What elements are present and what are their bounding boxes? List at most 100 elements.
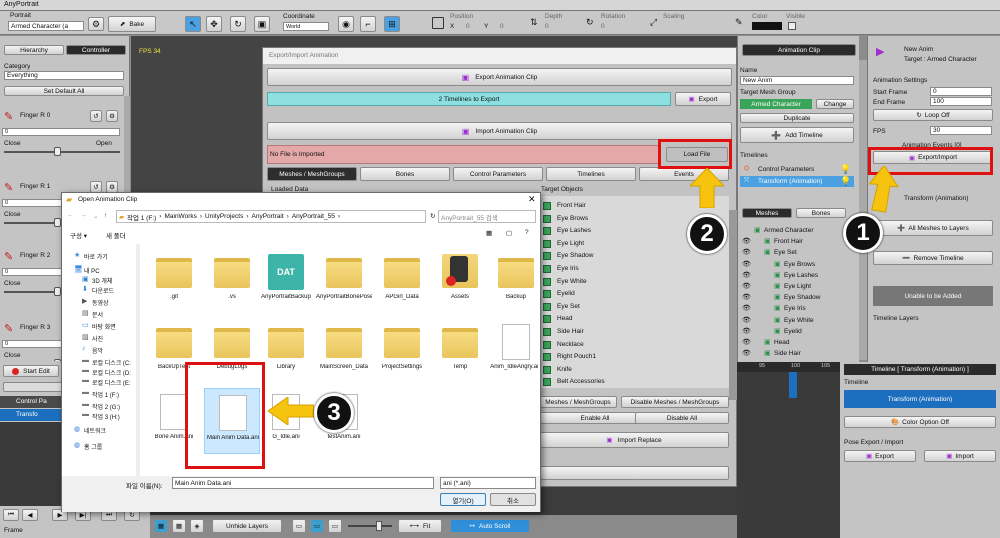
close-icon[interactable]: ✕ — [528, 194, 536, 205]
unhide-layers-button[interactable]: Unhide Layers — [212, 519, 282, 533]
import-replace-button[interactable]: ▣ Import Replace — [539, 432, 729, 448]
nav-scrollbar[interactable] — [136, 244, 140, 476]
zoom-slider-handle[interactable] — [376, 521, 382, 531]
view-icon[interactable]: ▦ — [486, 229, 492, 237]
finger-slider[interactable] — [4, 151, 120, 153]
eye-icon[interactable]: 👁 — [742, 260, 751, 268]
path-segment[interactable]: 작업 1 (F:) — [127, 212, 156, 222]
name-input[interactable]: New Anim — [740, 76, 854, 85]
eye-icon[interactable]: 👁 — [742, 282, 751, 290]
path-segment[interactable]: UnityProjects — [205, 213, 243, 220]
change-button[interactable]: Change — [816, 99, 854, 109]
nav-item[interactable]: ◍ 네트워크 — [62, 424, 138, 435]
checkbox-icon[interactable] — [543, 252, 551, 261]
mesh-tree-item[interactable]: 👁 ▣ Eye Shadow — [740, 292, 854, 303]
folder-item[interactable]: Temp — [432, 318, 488, 384]
eye-icon[interactable]: 👁 — [742, 271, 751, 279]
folder-item[interactable]: Library — [258, 318, 314, 384]
nav-item[interactable]: ▶ 동영상 — [62, 296, 138, 307]
start-edit-button[interactable]: Start Edit — [3, 365, 59, 377]
mesh-tree-item[interactable]: 👁 ▣ Eye White — [740, 315, 854, 326]
finger-slider-handle[interactable] — [54, 287, 61, 296]
category-select[interactable]: Everything — [4, 71, 124, 80]
onion-icon[interactable]: ◉ — [338, 16, 354, 32]
checkbox-icon[interactable] — [543, 265, 551, 273]
end-frame-input[interactable]: 100 — [930, 97, 992, 106]
view-mode-icon-b[interactable]: ▭ — [310, 519, 324, 533]
layer-icon-a[interactable]: ▦ — [154, 519, 168, 533]
nav-item[interactable]: ▨ 사진 — [62, 332, 138, 343]
folder-item[interactable]: .vs — [204, 248, 260, 314]
eye-icon[interactable]: 👁 — [742, 293, 751, 301]
checkbox-icon[interactable] — [543, 202, 551, 210]
pose-export-button[interactable]: ▣ Export — [844, 450, 916, 462]
first-frame-icon[interactable]: ⏮ — [3, 509, 19, 521]
folder-item[interactable]: Backup — [488, 248, 538, 314]
nav-item[interactable]: ★ 바로 가기 — [62, 250, 138, 261]
target-object-item[interactable]: Head — [539, 313, 729, 325]
tab-control-parameters[interactable]: Control Parameters — [453, 167, 543, 181]
export-button[interactable]: ▣ Export — [675, 92, 731, 106]
folder-item[interactable]: DAT AnyPortraitBackup — [258, 248, 314, 314]
bone-icon[interactable]: ⌐ — [360, 16, 376, 32]
checkbox-icon[interactable] — [543, 378, 551, 387]
mesh-tree-item[interactable]: 👁 ▣ Eye Brows — [740, 259, 854, 270]
nav-item[interactable]: ▬ 로컬 디스크 (E: — [62, 376, 138, 387]
folder-item[interactable]: AnyPortraitBonePose — [316, 248, 372, 314]
tab-meshes-meshgroups[interactable]: Meshes / MeshGroups — [267, 167, 357, 181]
preview-icon[interactable]: ▢ — [506, 229, 512, 237]
nav-item[interactable]: 🖥 내 PC — [62, 264, 138, 275]
color-swatch[interactable] — [752, 22, 782, 30]
finger-value-input[interactable]: 0 — [2, 128, 120, 136]
timeline-item-transform[interactable]: ⤧ Transform (Animation) 💡 — [740, 176, 854, 187]
view-mode-icon-c[interactable]: ▭ — [328, 519, 342, 533]
remove-timeline-button[interactable]: ➖ Remove Timeline — [873, 251, 993, 265]
tab-bones[interactable]: Bones — [360, 167, 450, 181]
mesh-tree-item[interactable]: 👁 ▣ Eye Lashes — [740, 270, 854, 281]
target-object-item[interactable]: Belt Accessories — [539, 376, 729, 388]
search-input[interactable]: AnyPortrait_55 검색 — [438, 210, 536, 223]
path-segment[interactable]: MainWorks — [164, 213, 196, 220]
all-meshes-to-layers-button[interactable]: ➕ All Meshes to Layers — [873, 220, 993, 236]
view-mode-icon-a[interactable]: ▭ — [292, 519, 306, 533]
fps-input[interactable]: 30 — [930, 126, 992, 135]
mesh-tree-item[interactable]: 👁 ▣ Side Hair — [740, 348, 854, 359]
mesh-tree-item[interactable]: 👁 ▣ Eye Light — [740, 281, 854, 292]
tab-controller[interactable]: Controller — [66, 45, 126, 55]
zoom-slider[interactable] — [348, 525, 392, 527]
address-bar[interactable]: ▰ 작업 1 (F:) › MainWorks › UnityProjects › A… — [116, 210, 426, 223]
tab-animation-clip[interactable]: Animation Clip — [742, 44, 856, 56]
folder-item[interactable]: MainScreen_Data — [316, 318, 372, 384]
target-object-item[interactable]: Eyelid — [539, 288, 729, 300]
eye-icon[interactable]: 👁 — [742, 237, 751, 245]
checkbox-icon[interactable] — [543, 328, 551, 336]
nav-item[interactable]: ▬ 작업 3 (H:) — [62, 410, 138, 421]
nav-item[interactable]: ⬇ 다운로드 — [62, 284, 138, 295]
lightbulb-icon[interactable]: 💡 — [840, 176, 851, 187]
bake-button[interactable]: ⬈ Bake — [108, 16, 156, 32]
mesh-tree-item[interactable]: 👁 ▣ Eye Iris — [740, 303, 854, 314]
eye-icon[interactable]: 👁 — [742, 327, 751, 335]
file-type-select[interactable]: ani (*.ani) — [440, 477, 536, 489]
gear-icon[interactable]: ⚙ — [88, 17, 104, 31]
eye-icon[interactable]: 👁 — [742, 349, 751, 357]
open-button[interactable]: 열기(O) — [440, 493, 486, 506]
import-animation-clip-button[interactable]: ▣ Import Animation Clip — [267, 122, 732, 140]
mesh-tree-item[interactable]: ▣ Armed Character — [740, 225, 854, 236]
checkbox-icon[interactable] — [543, 214, 551, 223]
organize-menu[interactable]: 구성 ▾ — [70, 230, 87, 240]
target-object-item[interactable]: Eye White — [539, 276, 729, 288]
help-icon[interactable]: ? — [525, 229, 529, 236]
target-object-item[interactable]: Knife — [539, 364, 729, 376]
mesh-tree-item[interactable]: 👁 ▣ Eye Set — [740, 247, 854, 258]
export-animation-clip-button[interactable]: ▣ Export Animation Clip — [267, 68, 732, 86]
checkbox-icon[interactable] — [543, 227, 551, 236]
path-segment[interactable]: AnyPortrait_55 — [292, 213, 335, 220]
disable-meshes-button[interactable]: Disable Meshes / MeshGroups — [621, 396, 729, 408]
file-item[interactable]: Anim_IdleAngry.ani — [488, 318, 538, 384]
forward-icon[interactable]: → — [80, 212, 87, 219]
finger-slider-handle[interactable] — [54, 147, 61, 156]
tab-timelines[interactable]: Timelines — [546, 167, 636, 181]
cancel-button[interactable]: 취소 — [490, 493, 536, 506]
mesh-tree-item[interactable]: 👁 ▣ Eyelid — [740, 326, 854, 337]
